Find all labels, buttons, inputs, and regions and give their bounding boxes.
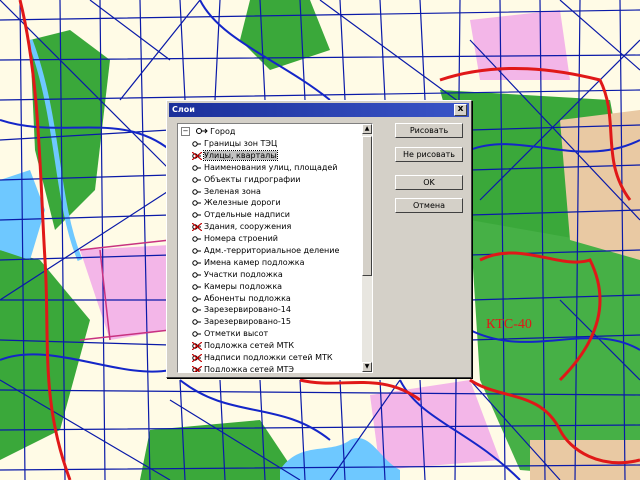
layer-item[interactable]: Отметки высот	[180, 328, 360, 340]
layer-item-label: Адм.-территориальное деление	[204, 246, 340, 256]
layer-item-label: Зеленая зона	[204, 186, 261, 196]
layer-visible-icon[interactable]	[192, 247, 202, 255]
layer-item[interactable]: Границы зон ТЭЦ	[180, 138, 360, 150]
layer-item-label: Наименования улиц, площадей	[204, 162, 338, 172]
dialog-title: Слои	[172, 105, 195, 114]
layer-visible-icon[interactable]	[192, 140, 202, 148]
layer-item-label: Подложка сетей МТЭ	[204, 364, 294, 373]
layer-item-label: Имена камер подложка	[204, 257, 305, 267]
cancel-button[interactable]: Отмена	[395, 198, 463, 213]
layer-tree-content: − Город Границы зон ТЭЦ Улицы, кварталы На…	[180, 126, 360, 373]
close-button[interactable]: x	[454, 104, 467, 116]
layer-item[interactable]: Зарезервировано-14	[180, 304, 360, 316]
layer-visible-icon[interactable]	[192, 188, 202, 196]
layer-tree[interactable]: − Город Границы зон ТЭЦ Улицы, кварталы На…	[177, 123, 373, 373]
layer-item-label: Камеры подложка	[204, 281, 283, 291]
layer-visible-icon[interactable]	[192, 295, 202, 303]
layer-item-label: Подложка сетей МТК	[204, 341, 295, 351]
layer-item-label: Зарезервировано-14	[204, 305, 291, 315]
layer-item[interactable]: Подложка сетей МТЭ	[180, 364, 360, 373]
layer-item[interactable]: Абоненты подложка	[180, 293, 360, 305]
dialog-titlebar[interactable]: Слои x	[169, 103, 469, 117]
layer-visible-icon[interactable]	[192, 318, 202, 326]
layer-item[interactable]: Железные дороги	[180, 197, 360, 209]
layer-hidden-icon[interactable]	[192, 354, 202, 363]
layer-item[interactable]: Улицы, кварталы	[180, 149, 360, 162]
district-label: КТС-40	[486, 317, 532, 332]
layer-item-label: Отдельные надписи	[204, 210, 290, 220]
tan-block-southeast	[530, 440, 640, 480]
layer-visible-icon[interactable]	[192, 259, 202, 267]
ok-button[interactable]: OK	[395, 175, 463, 190]
layer-visible-icon[interactable]	[192, 211, 202, 219]
layer-group-icon	[195, 128, 208, 134]
tan-block-east	[560, 110, 640, 260]
layer-item[interactable]: Зарезервировано-15	[180, 316, 360, 328]
layer-item-label: Номера строений	[204, 234, 278, 244]
layer-visible-icon[interactable]	[192, 283, 202, 291]
layer-item-label: Улицы, кварталы	[203, 149, 278, 161]
layer-visible-icon[interactable]	[192, 306, 202, 314]
tree-scrollbar[interactable]: ▲ ▼	[362, 124, 372, 372]
layer-item[interactable]: Номера строений	[180, 233, 360, 245]
layer-item-label: Абоненты подложка	[204, 293, 291, 303]
layer-item[interactable]: Камеры подложка	[180, 281, 360, 293]
layer-item-label: Объекты гидрографии	[204, 174, 301, 184]
layer-hidden-icon[interactable]	[192, 151, 202, 160]
layer-item-label: Надписи подложки сетей МТК	[204, 353, 333, 363]
layer-hidden-icon[interactable]	[192, 342, 202, 351]
layer-item[interactable]: Участки подложка	[180, 269, 360, 281]
draw-button[interactable]: Рисовать	[395, 123, 463, 138]
layer-item-label: Участки подложка	[204, 269, 283, 279]
layer-visible-icon[interactable]	[192, 330, 202, 338]
layer-item[interactable]: Адм.-территориальное деление	[180, 245, 360, 257]
layer-item[interactable]: Зеленая зона	[180, 186, 360, 198]
layer-item[interactable]: Объекты гидрографии	[180, 174, 360, 186]
layer-visible-icon[interactable]	[192, 199, 202, 207]
layer-visible-icon[interactable]	[192, 164, 202, 172]
tree-root[interactable]: − Город	[180, 126, 360, 138]
layer-visible-icon[interactable]	[192, 235, 202, 243]
tree-root-label: Город	[210, 127, 236, 136]
layer-item[interactable]: Отдельные надписи	[180, 209, 360, 221]
layer-item[interactable]: Имена камер подложка	[180, 257, 360, 269]
collapse-icon[interactable]: −	[181, 127, 190, 136]
layer-visible-icon[interactable]	[192, 271, 202, 279]
layer-hidden-icon[interactable]	[192, 365, 202, 373]
layer-item-label: Границы зон ТЭЦ	[204, 139, 278, 148]
scroll-up-icon[interactable]: ▲	[362, 124, 372, 134]
layer-item[interactable]: Подложка сетей МТК	[180, 340, 360, 352]
layers-dialog: Слои x − Город Границы зон ТЭЦ Улицы, ква…	[166, 100, 472, 378]
layer-visible-icon[interactable]	[192, 176, 202, 184]
layer-item-label: Железные дороги	[204, 198, 281, 208]
no-draw-button[interactable]: Не рисовать	[395, 147, 463, 162]
scroll-down-icon[interactable]: ▼	[362, 362, 372, 372]
layer-item-label: Здания, сооружения	[204, 222, 292, 232]
layer-item[interactable]: Наименования улиц, площадей	[180, 162, 360, 174]
layer-item[interactable]: Надписи подложки сетей МТК	[180, 352, 360, 364]
layer-item-label: Отметки высот	[204, 329, 269, 339]
layer-item[interactable]: Здания, сооружения	[180, 221, 360, 233]
scroll-thumb[interactable]	[362, 136, 372, 276]
layer-item-label: Зарезервировано-15	[204, 317, 291, 327]
layer-hidden-icon[interactable]	[192, 223, 202, 232]
